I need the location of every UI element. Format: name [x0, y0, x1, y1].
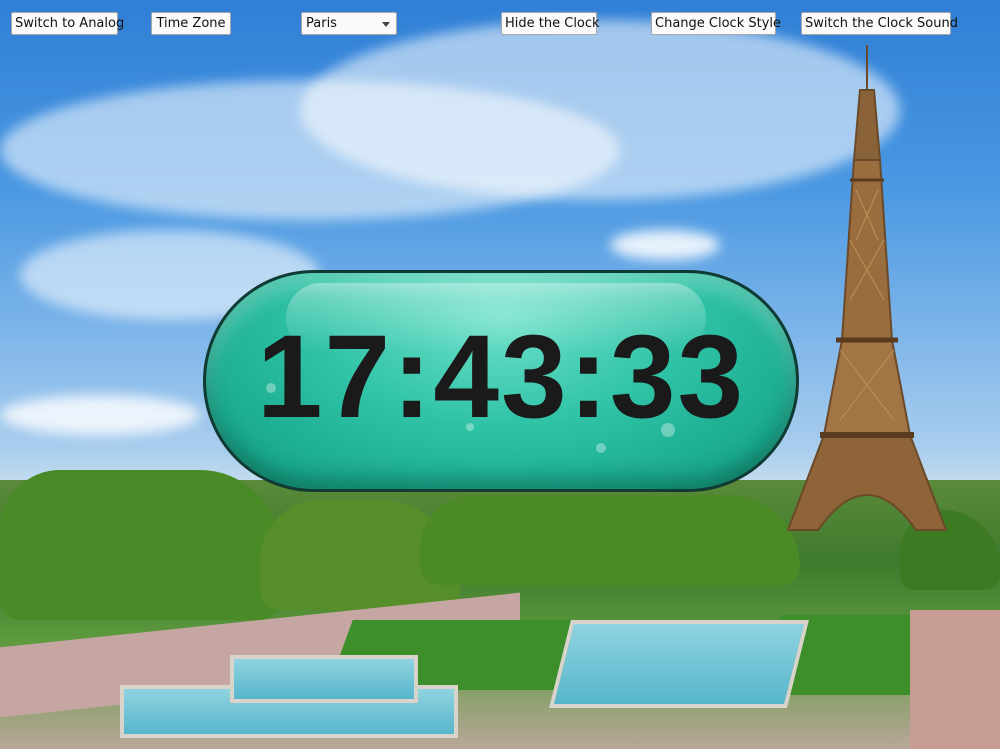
cloud: [0, 395, 200, 435]
digital-clock: 17:43:33: [203, 270, 799, 492]
eiffel-tower-icon: [786, 45, 948, 531]
change-clock-style-button[interactable]: Change Clock Style: [651, 12, 781, 35]
hide-clock-button[interactable]: Hide the Clock: [501, 12, 600, 35]
trees: [420, 495, 800, 585]
walkway: [910, 610, 1000, 749]
clock-time: 17:43:33: [256, 311, 746, 443]
chevron-down-icon: [382, 22, 390, 27]
timezone-select[interactable]: Paris: [301, 12, 397, 35]
fountain-pool: [230, 655, 418, 703]
switch-clock-sound-button[interactable]: Switch the Clock Sound: [801, 12, 958, 35]
time-zone-button[interactable]: Time Zone: [151, 12, 231, 35]
trees: [0, 470, 280, 620]
cloud: [610, 230, 720, 260]
switch-to-analog-button[interactable]: Switch to Analog: [11, 12, 124, 35]
timezone-select-value: Paris: [306, 16, 337, 31]
fountain-pool: [549, 620, 809, 708]
